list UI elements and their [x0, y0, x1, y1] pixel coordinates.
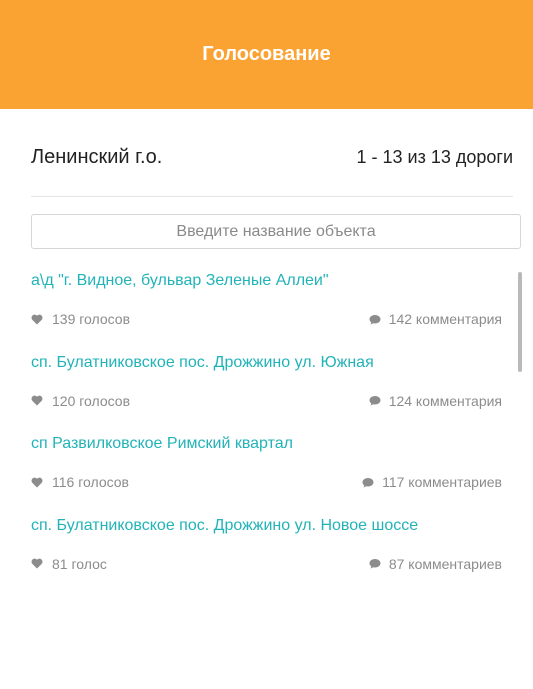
votes-count: 120 голосов [52, 392, 131, 409]
list-scrollbar[interactable] [517, 266, 523, 590]
heart-icon[interactable] [31, 558, 43, 569]
comment-icon [362, 477, 374, 487]
comments-count: 124 комментария [388, 392, 502, 409]
comments: 87 комментариев [369, 556, 502, 572]
item-title-link[interactable]: сп. Булатниковское пос. Дрожжино ул. Нов… [31, 517, 418, 535]
item-title-link[interactable]: сп Развилковское Римский квартал [31, 435, 293, 453]
item-meta: 81 голос 87 комментариев [31, 555, 502, 573]
comments: 142 комментария [369, 311, 502, 327]
heart-icon[interactable] [31, 477, 43, 488]
divider [31, 196, 513, 197]
search-input[interactable] [31, 214, 521, 249]
comments: 124 комментария [369, 393, 502, 409]
heart-icon[interactable] [31, 314, 43, 325]
comments: 117 комментариев [362, 474, 502, 490]
comment-icon [369, 396, 381, 406]
scrollbar-thumb[interactable] [518, 272, 522, 372]
item-title-link[interactable]: сп. Булатниковское пос. Дрожжино ул. Южн… [31, 354, 374, 372]
region-row: Ленинский г.о. 1 - 13 из 13 дороги [31, 140, 513, 174]
page-title: Голосование [202, 43, 331, 65]
item-meta: 116 голосов 117 комментариев [31, 473, 502, 491]
votes: 81 голос [31, 556, 107, 572]
votes-count: 139 голосов [52, 311, 131, 327]
object-list: а\д "г. Видное, бульвар Зеленые Аллеи" 1… [31, 266, 506, 590]
comments-count: 87 комментариев [388, 555, 502, 572]
votes: 120 голосов [31, 393, 130, 409]
region-name: Ленинский г.о. [31, 145, 163, 168]
item-title-link[interactable]: а\д "г. Видное, бульвар Зеленые Аллеи" [31, 272, 329, 290]
header-bar: Голосование [0, 0, 533, 109]
list-item: сп Развилковское Римский квартал 116 гол… [31, 429, 506, 511]
heart-icon[interactable] [31, 395, 43, 406]
list-item: а\д "г. Видное, бульвар Зеленые Аллеи" 1… [31, 266, 506, 348]
comments-count: 142 комментария [388, 311, 502, 327]
item-meta: 139 голосов 142 комментария [31, 310, 502, 328]
votes-count: 81 голос [52, 555, 107, 572]
comment-icon [369, 314, 381, 324]
votes: 116 голосов [31, 474, 129, 490]
item-meta: 120 голосов 124 комментария [31, 392, 502, 410]
list-item: сп. Булатниковское пос. Дрожжино ул. Нов… [31, 511, 506, 591]
comments-count: 117 комментариев [382, 474, 502, 490]
list-item: сп. Булатниковское пос. Дрожжино ул. Южн… [31, 348, 506, 430]
results-count: 1 - 13 из 13 дороги [356, 146, 513, 167]
votes-count: 116 голосов [52, 474, 129, 490]
comment-icon [369, 559, 381, 569]
votes: 139 голосов [31, 311, 130, 327]
